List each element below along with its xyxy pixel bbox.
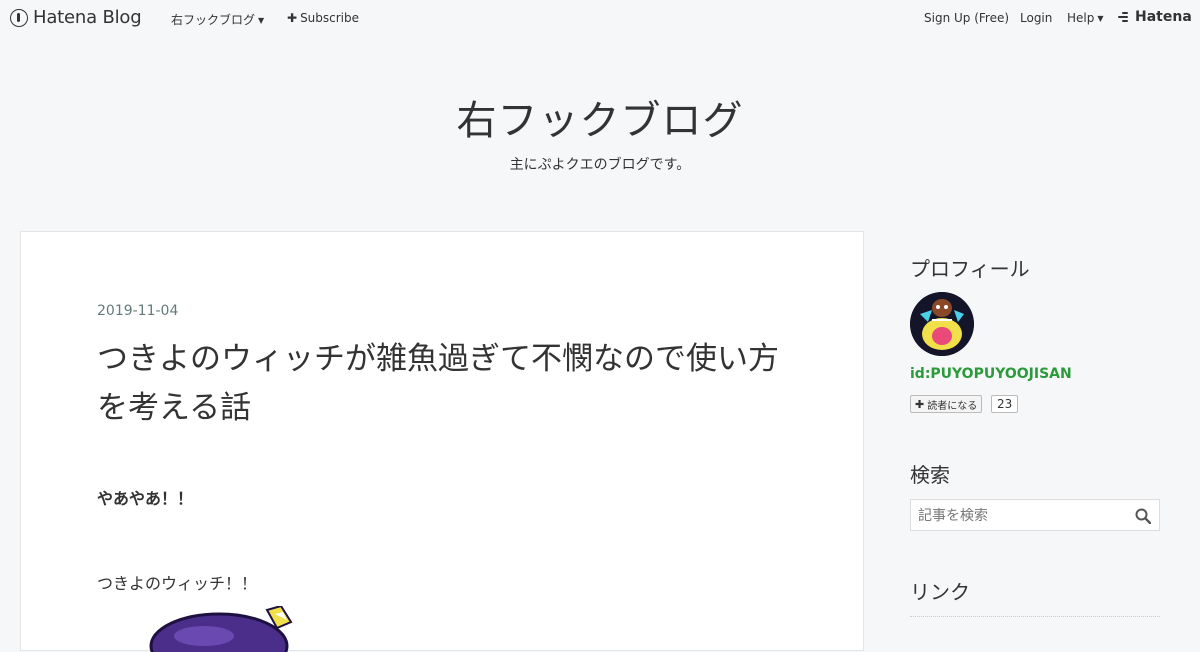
signup-link[interactable]: Sign Up (Free) xyxy=(924,11,1009,25)
hatena-blog-logo[interactable]: Hatena Blog xyxy=(10,7,142,28)
search-box xyxy=(910,499,1160,531)
brand-name: Hatena Blog xyxy=(33,7,142,28)
hatena-mark-icon xyxy=(1118,12,1132,22)
plus-icon: ✚ xyxy=(915,397,925,411)
login-label: Login xyxy=(1020,11,1053,25)
links-heading: リンク xyxy=(910,580,970,604)
hatena-blog-icon xyxy=(10,8,28,27)
caret-down-icon: ▼ xyxy=(1097,13,1104,23)
search-heading: 検索 xyxy=(910,463,950,487)
profile-heading: プロフィール xyxy=(910,257,1030,281)
top-navigation-bar: Hatena Blog 右フックブログ ▼ ✚ Subscribe Sign Up … xyxy=(0,0,1200,36)
divider xyxy=(910,616,1160,617)
subscribe-link[interactable]: ✚ Subscribe xyxy=(287,11,359,25)
blog-menu-label: 右フックブログ xyxy=(171,13,256,27)
subscriber-count[interactable]: 23 xyxy=(991,395,1019,413)
subscribe-button-label: 読者になる xyxy=(927,400,978,412)
hatena-label: Hatena xyxy=(1135,9,1192,25)
help-dropdown[interactable]: Help ▼ xyxy=(1067,11,1104,25)
caret-down-icon: ▼ xyxy=(258,16,265,25)
subscribe-button[interactable]: ✚ 読者になる xyxy=(910,395,983,413)
character-image xyxy=(149,606,299,652)
signup-label: Sign Up (Free) xyxy=(924,11,1010,25)
hatena-logo[interactable]: Hatena xyxy=(1118,9,1192,25)
profile-user-id[interactable]: id:PUYOPUYOOJISAN xyxy=(910,366,1072,382)
plus-icon: ✚ xyxy=(287,11,298,25)
entry-card: 2019-11-04 つきよのウィッチが雑魚過ぎて不憫なので使い方を考える話 や… xyxy=(20,231,864,652)
blog-title[interactable]: 右フックブログ xyxy=(0,88,1200,146)
entry-bold-text: やあやあ！！ xyxy=(97,489,194,508)
entry-paragraph: つきよのウィッチ！！ xyxy=(97,574,258,593)
blog-description: 主にぷよクエのブログです。 xyxy=(509,157,691,173)
avatar[interactable] xyxy=(910,292,974,356)
search-icon[interactable] xyxy=(1135,508,1152,525)
entry-date[interactable]: 2019-11-04 xyxy=(97,303,178,319)
blog-menu-dropdown[interactable]: 右フックブログ ▼ xyxy=(171,11,264,28)
login-link[interactable]: Login xyxy=(1020,11,1052,25)
subscribe-label: Subscribe xyxy=(300,11,360,25)
help-label: Help xyxy=(1067,11,1095,25)
search-input[interactable] xyxy=(916,501,1130,531)
entry-title[interactable]: つきよのウィッチが雑魚過ぎて不憫なので使い方を考える話 xyxy=(97,335,797,433)
